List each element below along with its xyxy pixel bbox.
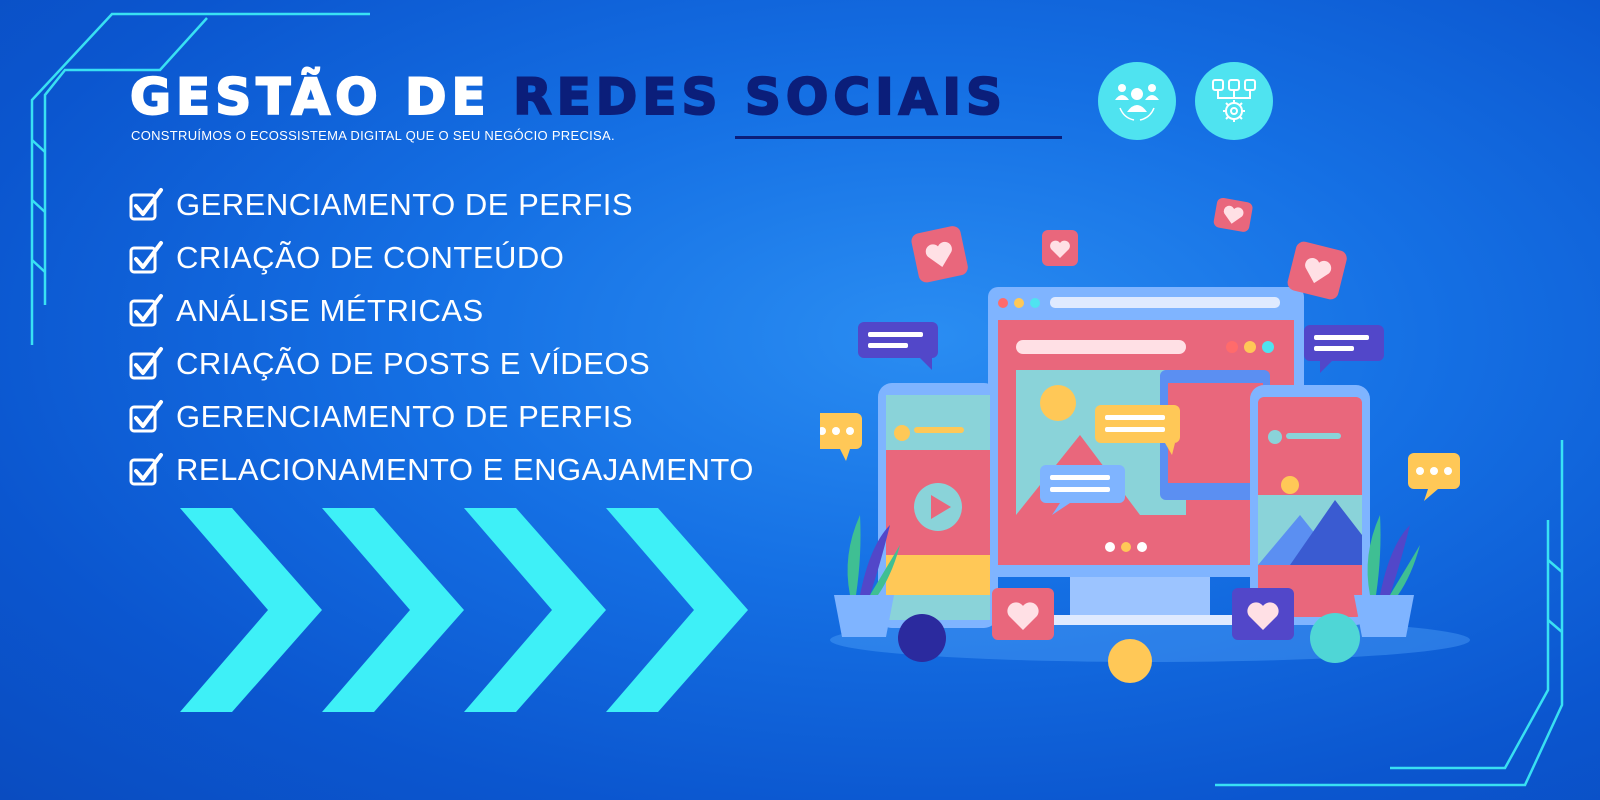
feature-label: ANÁLISE MÉTRICAS	[176, 292, 484, 328]
chevron-right-icon	[180, 508, 322, 712]
ball-decoration	[898, 614, 946, 662]
feature-label: GERENCIAMENTO DE PERFIS	[176, 186, 634, 222]
feature-label: CRIAÇÃO DE POSTS E VÍDEOS	[176, 345, 651, 381]
feature-list: GERENCIAMENTO DE PERFIS CRIAÇÃO DE CONTE…	[128, 178, 754, 496]
chevron-right-icon	[322, 508, 464, 712]
people-network-icon	[1115, 84, 1159, 121]
ball-decoration	[1310, 613, 1360, 663]
feature-label: RELACIONAMENTO E ENGAJAMENTO	[176, 451, 754, 487]
chevron-arrows-decoration	[180, 508, 748, 712]
feature-item: ANÁLISE MÉTRICAS	[128, 284, 754, 337]
feature-label: CRIAÇÃO DE CONTEÚDO	[176, 239, 565, 275]
social-apps-gear-icon	[1212, 79, 1256, 122]
chevron-right-icon	[464, 508, 606, 712]
feature-item: GERENCIAMENTO DE PERFIS	[128, 178, 754, 231]
feature-item: RELACIONAMENTO E ENGAJAMENTO	[128, 443, 754, 496]
feature-item: GERENCIAMENTO DE PERFIS	[128, 390, 754, 443]
social-media-illustration	[820, 197, 1470, 683]
feature-item: CRIAÇÃO DE CONTEÚDO	[128, 231, 754, 284]
page-title: GESTÃO DE REDES SOCIAIS	[129, 71, 1007, 123]
chevron-right-icon	[606, 508, 748, 712]
checkbox-check-icon	[129, 240, 163, 273]
feature-label: GERENCIAMENTO DE PERFIS	[176, 398, 634, 434]
checkbox-check-icon	[129, 399, 163, 432]
people-network-badge	[1098, 62, 1176, 140]
social-apps-badge	[1195, 62, 1273, 140]
subtitle-underline	[735, 136, 1062, 139]
subtitle: CONSTRUÍMOS O ECOSSISTEMA DIGITAL QUE O …	[131, 128, 615, 143]
checkbox-check-icon	[129, 452, 163, 485]
title-part-navy: REDES SOCIAIS	[512, 68, 1007, 126]
title-part-white: GESTÃO DE	[129, 68, 491, 126]
checkbox-check-icon	[129, 293, 163, 326]
banner: GESTÃO DE REDES SOCIAIS CONSTRUÍMOS O EC…	[0, 0, 1600, 800]
feature-item: CRIAÇÃO DE POSTS E VÍDEOS	[128, 337, 754, 390]
ball-decoration	[1108, 639, 1152, 683]
checkbox-check-icon	[129, 346, 163, 379]
phone-left-illustration	[878, 383, 998, 628]
checkbox-check-icon	[129, 187, 163, 220]
